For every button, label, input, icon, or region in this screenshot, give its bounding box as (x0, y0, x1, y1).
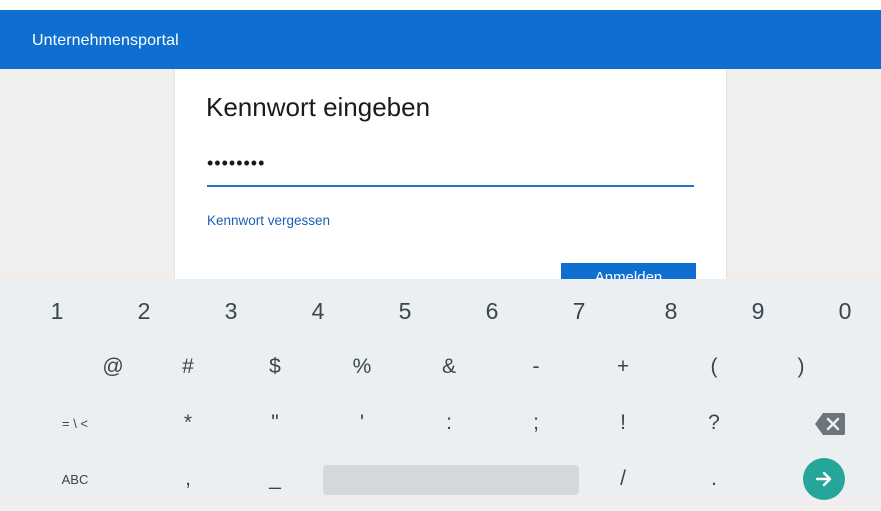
key-plus[interactable]: + (606, 345, 640, 389)
password-field[interactable]: •••••••• (207, 149, 694, 187)
key-hash[interactable]: # (171, 345, 205, 389)
key-minus[interactable]: - (519, 345, 553, 389)
key-comma[interactable]: , (171, 457, 205, 501)
enter-key[interactable] (803, 458, 845, 500)
key-9[interactable]: 9 (741, 289, 775, 333)
key-question[interactable]: ? (697, 401, 731, 445)
key-6[interactable]: 6 (475, 289, 509, 333)
app-title: Unternehmensportal (32, 32, 179, 49)
key-8[interactable]: 8 (654, 289, 688, 333)
key-single-quote[interactable]: ' (345, 401, 379, 445)
card-title: Kennwort eingeben (206, 92, 431, 122)
key-slash[interactable]: / (606, 457, 640, 501)
forgot-password-link[interactable]: Kennwort vergessen (207, 213, 330, 228)
on-screen-keyboard: 1 2 3 4 5 6 7 8 9 0 @ # $ % & - + ( ) = … (0, 279, 881, 498)
key-at[interactable]: @ (96, 345, 130, 389)
key-2[interactable]: 2 (127, 289, 161, 333)
password-value: •••••••• (207, 153, 266, 173)
app-bar: Unternehmensportal (0, 10, 881, 69)
key-1[interactable]: 1 (40, 289, 74, 333)
key-percent[interactable]: % (345, 345, 379, 389)
password-card: Kennwort eingeben •••••••• Kennwort verg… (175, 69, 726, 299)
key-5[interactable]: 5 (388, 289, 422, 333)
key-asterisk[interactable]: * (171, 401, 205, 445)
key-3[interactable]: 3 (214, 289, 248, 333)
status-strip (0, 0, 881, 10)
key-4[interactable]: 4 (301, 289, 335, 333)
key-open-paren[interactable]: ( (697, 345, 731, 389)
key-colon[interactable]: : (432, 401, 466, 445)
key-underscore[interactable]: _ (258, 457, 292, 501)
key-double-quote[interactable]: " (258, 401, 292, 445)
arrow-right-icon (815, 471, 832, 487)
keyboard-row-numbers: 1 2 3 4 5 6 7 8 9 0 (0, 289, 881, 343)
key-7[interactable]: 7 (562, 289, 596, 333)
key-exclamation[interactable]: ! (606, 401, 640, 445)
key-abc[interactable]: ABC (50, 457, 100, 501)
backspace-icon[interactable] (813, 411, 847, 437)
key-dollar[interactable]: $ (258, 345, 292, 389)
keyboard-row-symbols-2: = \ < * " ' : ; ! ? (0, 401, 881, 455)
key-more-symbols[interactable]: = \ < (50, 401, 100, 445)
key-semicolon[interactable]: ; (519, 401, 553, 445)
key-close-paren[interactable]: ) (784, 345, 818, 389)
key-ampersand[interactable]: & (432, 345, 466, 389)
key-0[interactable]: 0 (828, 289, 862, 333)
keyboard-row-symbols-1: @ # $ % & - + ( ) (0, 345, 881, 399)
space-key[interactable] (323, 465, 579, 495)
key-period[interactable]: . (697, 457, 731, 501)
